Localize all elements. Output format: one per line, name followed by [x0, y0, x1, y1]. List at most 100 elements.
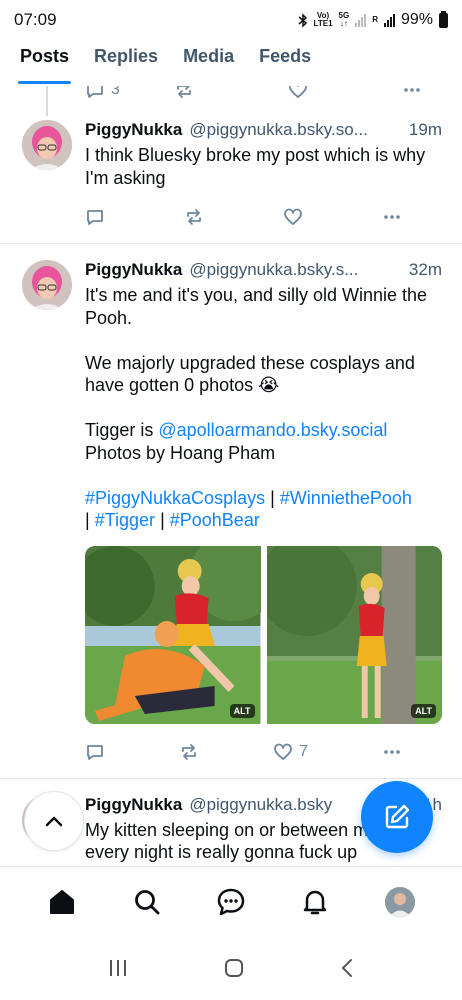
status-icons: Vo) LTE1 5G ↓↑ R 99% [298, 10, 448, 29]
repost-button[interactable] [174, 86, 194, 100]
post-item[interactable]: PiggyNukka @piggynukka.bsky.s... 32m It'… [0, 244, 462, 779]
avatar-image [22, 120, 72, 170]
chevron-up-icon [45, 816, 63, 827]
bottom-navigation [0, 866, 462, 936]
back-icon[interactable] [338, 957, 356, 979]
reply-icon [87, 86, 103, 98]
recent-apps-icon[interactable] [106, 958, 130, 978]
avatar [384, 886, 415, 917]
nav-profile[interactable] [380, 882, 420, 922]
reply-count: 3 [111, 86, 120, 98]
signal-sim1-icon [355, 13, 367, 27]
hashtag-link[interactable]: #PoohBear [170, 510, 260, 530]
reply-button[interactable] [85, 207, 105, 227]
author-name[interactable]: PiggyNukka [85, 260, 182, 280]
reply-icon [87, 744, 103, 760]
repost-icon [187, 209, 201, 225]
heart-icon [274, 743, 292, 760]
roaming-indicator: R [372, 15, 378, 24]
cosplay-photo-2 [266, 545, 442, 724]
profile-tabs: Posts Replies Media Feeds [0, 40, 462, 86]
5g-indicator: 5G ↓↑ [338, 11, 350, 28]
reply-icon [87, 210, 103, 225]
post-text-intro: It's me and it's you, and silly old Winn… [85, 285, 428, 440]
nav-search[interactable] [127, 882, 167, 922]
bluetooth-icon [298, 12, 307, 28]
avatar[interactable] [22, 260, 72, 310]
post-item[interactable]: PiggyNukka @piggynukka.bsky.so... 19m I … [0, 108, 462, 244]
heart-icon [289, 86, 307, 98]
avatar-image [22, 260, 72, 310]
post-actions: 7 [85, 740, 442, 764]
status-bar: 07:09 Vo) LTE1 5G ↓↑ R 99% [0, 0, 462, 40]
repost-icon [182, 743, 196, 760]
like-button[interactable]: 7 [273, 742, 308, 762]
tab-posts[interactable]: Posts [17, 40, 72, 86]
repost-icon [177, 86, 191, 98]
author-handle[interactable]: @piggynukka.bsky.so... [189, 120, 401, 140]
tab-media[interactable]: Media [183, 40, 234, 86]
post-actions [85, 205, 442, 229]
post-text: It's me and it's you, and silly old Winn… [85, 284, 442, 532]
post-feed: 3 PiggyNukka @piggynukka.bsky.so... 19m … [0, 86, 462, 866]
alt-badge[interactable]: ALT [229, 703, 255, 718]
reply-button[interactable]: 3 [85, 86, 120, 100]
compose-button[interactable] [361, 781, 433, 853]
post-timestamp[interactable]: 19m [409, 120, 442, 140]
bell-icon [304, 890, 327, 914]
nav-notifications[interactable] [295, 882, 335, 922]
hashtag-link[interactable]: #WinniethePooh [280, 488, 412, 508]
mention-link[interactable]: @apolloarmando.bsky.social [158, 420, 387, 440]
reply-button[interactable] [85, 742, 105, 762]
post-header: PiggyNukka @piggynukka.bsky.so... 19m [85, 120, 442, 140]
post-timestamp[interactable]: 32m [409, 260, 442, 280]
author-name[interactable]: PiggyNukka [85, 120, 182, 140]
profile-avatar-image [384, 886, 415, 917]
status-time: 07:09 [14, 10, 57, 29]
like-count: 7 [299, 742, 308, 760]
previous-post-stub: 3 [0, 86, 462, 116]
signal-sim2-icon [383, 13, 395, 27]
hashtag-separator: | [265, 487, 280, 508]
tab-replies[interactable]: Replies [94, 40, 158, 86]
scroll-to-top-button[interactable] [24, 791, 84, 851]
more-icon [384, 749, 400, 754]
alt-badge[interactable]: ALT [411, 703, 436, 718]
system-navigation-bar [0, 936, 462, 1000]
repost-button[interactable] [179, 742, 199, 762]
more-icon [384, 215, 400, 219]
cosplay-photo-1 [85, 545, 261, 724]
nav-home[interactable] [42, 882, 82, 922]
more-button[interactable] [382, 207, 402, 227]
like-button[interactable] [288, 86, 308, 100]
hashtag-separator: | [85, 510, 90, 530]
chat-icon [217, 888, 245, 915]
post-image[interactable]: ALT [266, 545, 442, 724]
post-text: I think Bluesky broke my post which is w… [85, 145, 431, 188]
tab-feeds[interactable]: Feeds [259, 40, 311, 86]
post-images: ALT ALT [85, 545, 442, 724]
previous-post-actions: 3 [85, 86, 442, 100]
compose-icon [385, 804, 410, 829]
author-handle[interactable]: @piggynukka.bsky.s... [189, 260, 401, 280]
hashtag-link[interactable]: #Tigger [95, 510, 155, 530]
like-button[interactable] [283, 207, 303, 227]
author-name[interactable]: PiggyNukka [85, 795, 182, 815]
post-header: PiggyNukka @piggynukka.bsky.s... 32m [85, 260, 442, 280]
heart-icon [284, 208, 302, 225]
home-icon [50, 889, 75, 914]
avatar[interactable] [22, 120, 72, 170]
nav-chat[interactable] [211, 882, 251, 922]
post-image[interactable]: ALT [85, 545, 261, 724]
battery-icon [439, 10, 448, 28]
more-button[interactable] [402, 86, 422, 100]
hashtag-link[interactable]: #PiggyNukkaCosplays [85, 488, 265, 508]
repost-button[interactable] [184, 207, 204, 227]
post-text-credits: Photos by Hoang Pham [85, 442, 276, 463]
more-button[interactable] [382, 742, 402, 762]
home-button-icon[interactable] [223, 957, 245, 979]
hashtag-separator: | [155, 510, 170, 530]
battery-percent: 99% [400, 11, 433, 28]
volte-indicator: Vo) LTE1 [313, 11, 333, 28]
more-icon [404, 88, 420, 92]
